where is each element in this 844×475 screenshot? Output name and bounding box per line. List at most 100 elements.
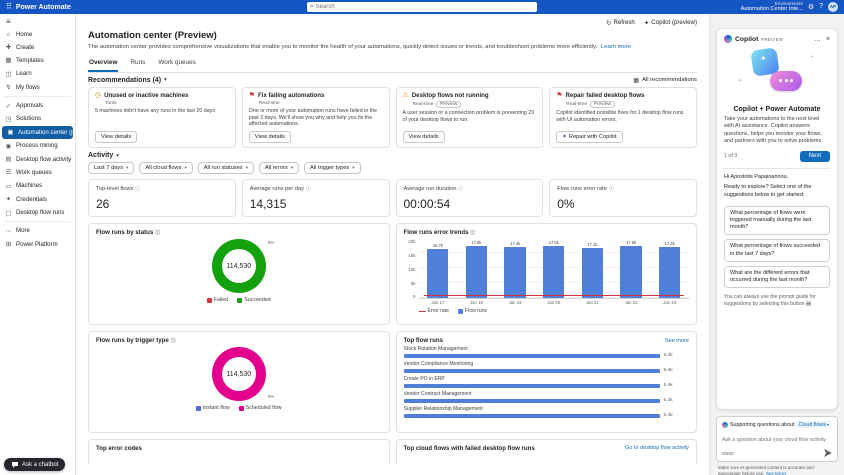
sparkle-icon: ✦	[738, 78, 742, 84]
filter-trigger-types[interactable]: All trigger types▾	[304, 162, 361, 174]
bottom-row: Top error codes Top cloud flows with fai…	[88, 439, 697, 465]
close-icon[interactable]: ×	[826, 36, 830, 43]
filter-cloud-flows[interactable]: All cloud flows▾	[139, 162, 192, 174]
sidebar-item-templates[interactable]: ▦Templates	[0, 54, 75, 67]
sidebar-item-more[interactable]: ⋯More	[0, 224, 75, 237]
refresh-button[interactable]: ↻Refresh	[606, 19, 635, 27]
view-details-button[interactable]: View details	[95, 131, 137, 143]
go-to-desktop-flow-activity-link[interactable]: Go to desktop flow activity	[625, 445, 689, 451]
info-icon[interactable]: ⓘ	[135, 185, 140, 192]
tab-work-queues[interactable]: Work queues	[157, 56, 197, 72]
sidebar-item-power-platform[interactable]: ⊞Power Platform	[0, 238, 75, 251]
sidebar-item-desktop-flow-activity[interactable]: ▤Desktop flow activity	[0, 152, 75, 165]
repair-with-copilot-button[interactable]: ✦Repair with Copilot	[556, 131, 622, 143]
tab-runs[interactable]: Runs	[129, 56, 146, 72]
solutions-icon: ◳	[5, 115, 12, 123]
question-box-header: Supporting questions about Cloud flows▾	[722, 421, 832, 428]
sidebar-item-desktop-flow-runs[interactable]: ▢Desktop flow runs	[0, 206, 75, 219]
sidebar-item-process-mining[interactable]: ◉Process mining	[0, 139, 75, 152]
info-icon[interactable]: ⓘ	[306, 185, 311, 192]
all-recommendations-link[interactable]: ▦ All recommendations	[633, 77, 697, 84]
filter-time-range[interactable]: Last 7 days▾	[88, 162, 134, 174]
info-icon[interactable]: ⓘ	[155, 229, 160, 236]
refresh-label: Refresh	[613, 19, 634, 26]
view-details-button[interactable]: View details	[403, 131, 445, 143]
settings-gear-icon[interactable]: ⚙	[808, 3, 814, 11]
view-details-button[interactable]: View details	[249, 131, 291, 143]
sidebar-item-home[interactable]: ⌂Home	[0, 28, 75, 40]
sidebar-item-learn[interactable]: ◫Learn	[0, 67, 75, 80]
bar-value-label: 17.6k	[549, 240, 559, 245]
copilot-suggestion-chip[interactable]: What percentage of flows were triggered …	[724, 206, 830, 235]
top-flow-runs-card: Top flow runsSee more Stock Rotation Man…	[396, 331, 698, 433]
copilot-suggestion-chip[interactable]: What percentage of flows succeeded in th…	[724, 239, 830, 261]
flow-value: 5.4k	[663, 413, 672, 418]
supporting-question-box[interactable]: Supporting questions about Cloud flows▾ …	[716, 416, 838, 462]
environment-picker[interactable]: Environments Automation Center Inte...	[741, 1, 803, 13]
card-badge: Tools	[105, 101, 116, 106]
sidebar-item-machines[interactable]: ▭Machines	[0, 179, 75, 192]
more-options-icon[interactable]: …	[814, 36, 821, 43]
next-button[interactable]: Next	[800, 151, 830, 162]
flow-bar	[404, 354, 661, 358]
help-icon[interactable]: ?	[819, 3, 823, 10]
sidebar-item-work-queues[interactable]: ☰Work queues	[0, 166, 75, 179]
info-icon[interactable]: ⓘ	[609, 185, 614, 192]
machines-icon: ▭	[5, 182, 12, 190]
top-flow-row[interactable]: Stock Rotation Management5.4k	[404, 346, 690, 358]
copilot-logo-icon	[724, 35, 732, 43]
waffle-menu-icon[interactable]: ⠿	[6, 3, 12, 11]
see-more-link[interactable]: See more	[665, 338, 689, 344]
sidebar-item-approvals[interactable]: ✓ Approvals	[0, 99, 75, 112]
sidebar-item-label: Approvals	[16, 102, 43, 109]
top-flow-row[interactable]: Create PO in ERP5.4k	[404, 376, 690, 388]
sidebar-item-credentials[interactable]: ✦Credentials	[0, 193, 75, 206]
flows-icon: ↯	[5, 83, 12, 91]
card-text: Copilot identified possible fixes for 1 …	[556, 110, 690, 129]
sidebar-item-automation-center[interactable]: ▣Automation center (preview)	[2, 126, 73, 139]
approvals-icon: ✓	[5, 102, 12, 110]
filter-errors[interactable]: All errors▾	[259, 162, 299, 174]
search-input[interactable]	[316, 4, 534, 10]
chevron-down-icon[interactable]: ▾	[164, 77, 167, 83]
greeting-line: Hi Apostolis Papaioannou,	[724, 174, 830, 181]
flow-name: Stock Rotation Management	[404, 346, 690, 352]
top-flow-row[interactable]: Vendor Contract Management5.4k	[404, 391, 690, 403]
top-flow-row[interactable]: Supplier Relationship Management5.4k	[404, 406, 690, 418]
info-icon[interactable]: ⓘ	[459, 185, 464, 192]
bar	[543, 246, 564, 298]
divider	[724, 168, 830, 169]
scope-dropdown[interactable]: Cloud flows▾	[797, 421, 832, 428]
bar	[659, 247, 680, 298]
sidebar-item-my-flows[interactable]: ↯My flows	[0, 81, 75, 94]
info-icon[interactable]: ⓘ	[171, 337, 176, 344]
ask-chatbot-button[interactable]: Ask a chatbot	[4, 458, 65, 471]
sidebar-item-solutions[interactable]: ◳Solutions	[0, 112, 75, 125]
filter-run-statuses[interactable]: All run statuses▾	[198, 162, 254, 174]
prompt-guide-note: You can always use the prompt guide for …	[724, 294, 830, 308]
question-input[interactable]	[722, 437, 832, 443]
copilot-toggle-button[interactable]: ✦Copilot (preview)	[644, 19, 697, 27]
prompt-guide-icon[interactable]: ▤	[806, 301, 811, 307]
top-error-codes-card: Top error codes	[88, 439, 390, 465]
global-search[interactable]: ⌕	[307, 2, 537, 12]
tab-overview[interactable]: Overview	[88, 56, 118, 72]
avatar[interactable]: AP	[828, 2, 838, 12]
copilot-suggestion-chip[interactable]: What are the different errors that occur…	[724, 266, 830, 288]
info-icon[interactable]: ⓘ	[471, 229, 476, 236]
x-tick: Jan 18	[457, 300, 496, 305]
send-icon[interactable]	[824, 449, 832, 457]
recommendations-title: Recommendations (4)	[88, 77, 161, 84]
activity-filters: Last 7 days▾ All cloud flows▾ All run st…	[88, 162, 697, 174]
legend-label: Error rate	[428, 308, 450, 314]
filter-label: All errors	[265, 165, 288, 171]
nav-collapse-icon[interactable]: ≡	[0, 16, 75, 28]
copilot-greeting: Hi Apostolis Papaioannou, Ready to explo…	[724, 174, 830, 202]
metric-value: 0%	[557, 197, 689, 211]
top-flow-row[interactable]: Vendor Compliance Monitoring5.4k	[404, 361, 690, 373]
learn-more-link[interactable]: Learn more	[601, 44, 631, 50]
chevron-down-icon[interactable]: ▾	[116, 153, 119, 159]
sidebar-item-create[interactable]: ✚Create	[0, 40, 75, 53]
terms-link[interactable]: See terms	[766, 471, 787, 475]
sidebar-item-label: Learn	[16, 70, 32, 77]
